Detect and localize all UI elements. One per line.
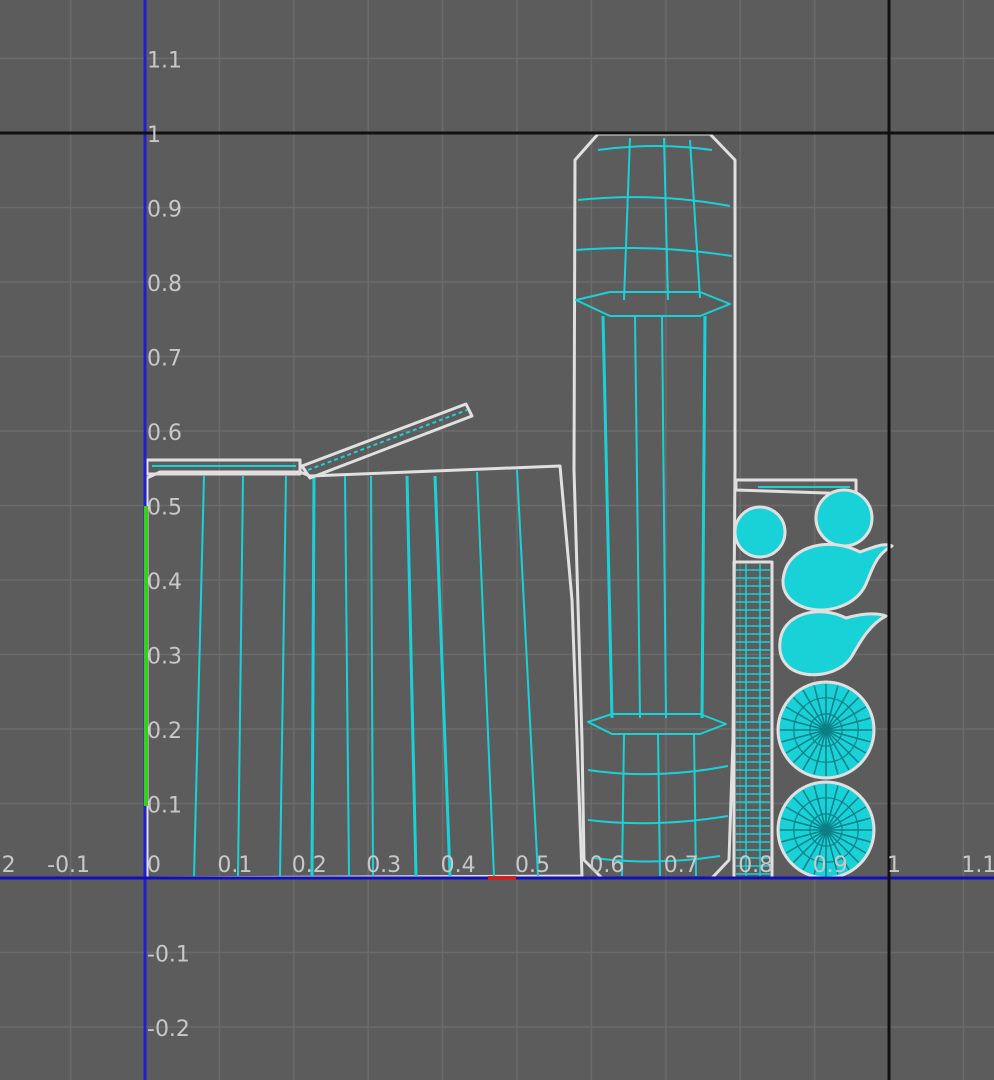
v-axis-label: 0.5 (147, 496, 182, 521)
v-axis-label: 0.7 (147, 347, 182, 372)
small-disc-left (733, 505, 787, 559)
uv-texture-viewport[interactable]: -0.2 -0.1 0 0.1 0.2 0.3 0.4 0.5 0.6 0.7 0.8 0.9 1 1.1… (0, 0, 994, 1080)
u-axis-label: 0.5 (515, 853, 550, 878)
u-axis-label: 0 (147, 853, 161, 878)
v-axis-label: 0.4 (147, 570, 182, 595)
v-axis-label: 0.9 (147, 198, 182, 223)
u-axis-label: -0.1 (47, 853, 90, 878)
u-axis-label: 1.1 (961, 853, 994, 878)
u-axis-label: 0.3 (366, 853, 401, 878)
small-disc-right (814, 488, 874, 548)
u-axis-label: 0.9 (813, 853, 848, 878)
v-axis-label: -0.1 (147, 943, 190, 968)
v-axis-label: 0.2 (147, 719, 182, 744)
wheel-upper-spokes (780, 684, 872, 776)
u-axis-label: 0.2 (292, 853, 327, 878)
v-axis-label: 1 (147, 123, 161, 148)
v-axis-label: 0.6 (147, 421, 182, 446)
u-axis-label: -0.2 (0, 853, 16, 878)
u-axis-label: 0.1 (217, 853, 252, 878)
v-axis-label: 0.1 (147, 794, 182, 819)
v-axis-label: 0.8 (147, 272, 182, 297)
wheel-shell-upper[interactable] (776, 680, 876, 780)
u-axis-label: 0.4 (441, 853, 476, 878)
u-axis-label: 0.6 (589, 853, 624, 878)
u-axis-label: 0.8 (738, 853, 773, 878)
u-axis-label: 1 (887, 853, 901, 878)
v-axis-label: 1.1 (147, 49, 182, 74)
u-axis-label: 0.7 (664, 853, 699, 878)
v-axis-label: 0.3 (147, 645, 182, 670)
v-axis-label: -0.2 (147, 1017, 190, 1042)
